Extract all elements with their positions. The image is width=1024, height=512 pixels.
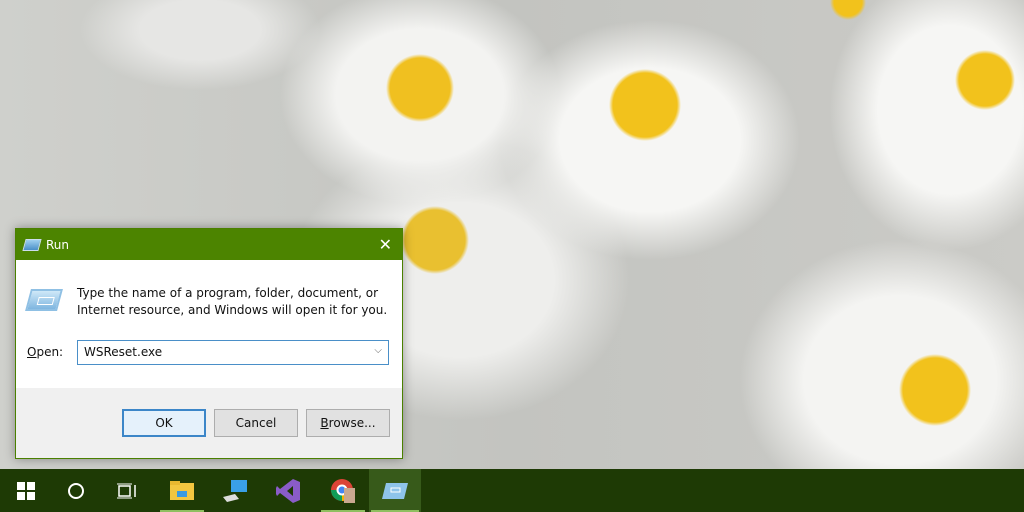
cancel-button[interactable]: Cancel — [214, 409, 298, 437]
cortana-button[interactable] — [52, 469, 100, 512]
run-dialog: Run ✕ Type the name of a program, folder… — [15, 228, 403, 459]
file-explorer-icon — [170, 480, 194, 500]
taskbar — [0, 469, 1024, 512]
button-bar: OK Cancel Browse... — [16, 388, 402, 458]
close-icon[interactable]: ✕ — [379, 235, 392, 254]
run-program-icon — [25, 289, 63, 311]
dialog-message: Type the name of a program, folder, docu… — [77, 286, 388, 317]
this-pc-icon — [223, 479, 247, 502]
taskbar-chrome[interactable] — [319, 469, 367, 512]
run-icon — [22, 238, 42, 251]
run-icon — [382, 482, 408, 499]
taskbar-run[interactable] — [369, 469, 421, 512]
open-label: Open: — [27, 345, 64, 359]
taskbar-visual-studio[interactable] — [264, 469, 312, 512]
taskbar-this-pc[interactable] — [212, 469, 260, 512]
cortana-search-icon — [68, 482, 84, 499]
chrome-icon — [331, 478, 355, 503]
open-combobox[interactable]: WSReset.exe ⌵ — [77, 340, 389, 365]
chevron-down-icon[interactable]: ⌵ — [374, 345, 382, 360]
task-view-button[interactable] — [103, 469, 151, 512]
browse-button[interactable]: Browse... — [306, 409, 390, 437]
start-button[interactable] — [2, 469, 50, 512]
windows-start-icon — [17, 481, 35, 500]
title-bar[interactable]: Run — [16, 229, 402, 260]
dialog-title: Run — [46, 237, 70, 252]
visual-studio-icon — [276, 478, 300, 503]
ok-button[interactable]: OK — [122, 409, 206, 437]
taskbar-file-explorer[interactable] — [158, 469, 206, 512]
task-view-icon — [117, 483, 136, 498]
open-input[interactable]: WSReset.exe — [84, 345, 162, 360]
